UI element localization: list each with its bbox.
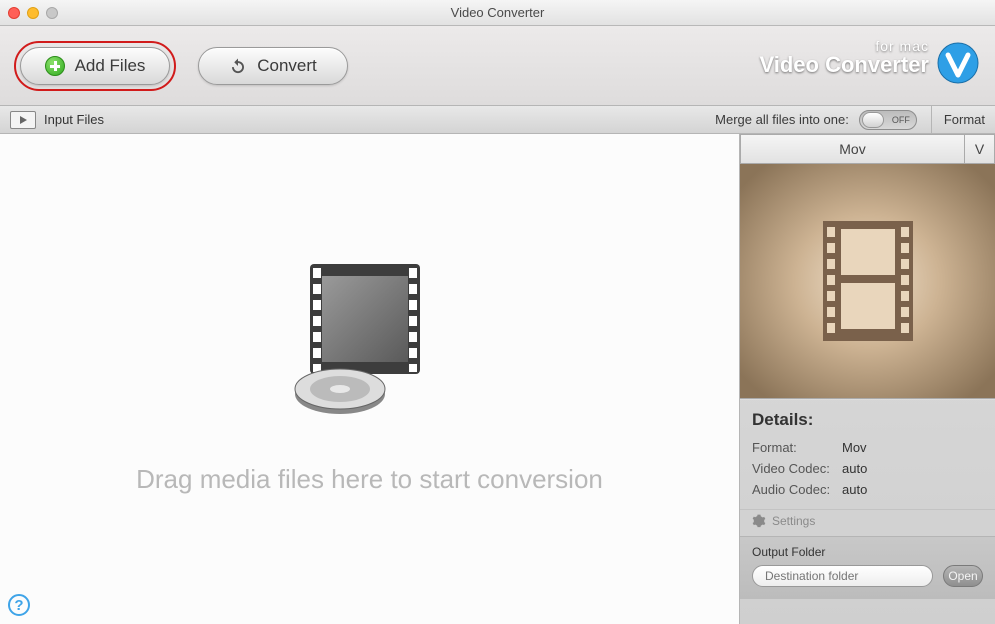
- convert-label: Convert: [257, 56, 317, 76]
- details-heading: Details:: [752, 410, 983, 430]
- output-folder-input[interactable]: [752, 565, 933, 587]
- format-key: Format:: [752, 440, 842, 455]
- brand-title: Video Converter: [759, 52, 929, 78]
- input-files-icon[interactable]: [10, 111, 36, 129]
- plus-icon: [45, 56, 65, 76]
- tab-mov[interactable]: Mov: [740, 134, 965, 164]
- brand-logo-icon: [937, 42, 979, 84]
- convert-button[interactable]: Convert: [198, 47, 348, 85]
- tab-mov-label: Mov: [839, 141, 865, 157]
- help-icon[interactable]: ?: [8, 594, 30, 616]
- maximize-window-button[interactable]: [46, 7, 58, 19]
- detail-row-audio-codec: Audio Codec: auto: [752, 482, 983, 497]
- minimize-window-button[interactable]: [27, 7, 39, 19]
- content: Drag media files here to start conversio…: [0, 134, 995, 624]
- tab-secondary[interactable]: V: [965, 134, 995, 164]
- format-tabs: Mov V: [740, 134, 995, 164]
- film-clapper-icon: [280, 254, 460, 424]
- detail-row-video-codec: Video Codec: auto: [752, 461, 983, 476]
- format-value: Mov: [842, 440, 867, 455]
- titlebar: Video Converter: [0, 0, 995, 26]
- details-section: Details: Format: Mov Video Codec: auto A…: [740, 399, 995, 509]
- merge-label: Merge all files into one:: [715, 112, 849, 127]
- audio-codec-value: auto: [842, 482, 867, 497]
- add-files-button[interactable]: Add Files: [20, 47, 170, 85]
- drop-zone[interactable]: Drag media files here to start conversio…: [0, 134, 740, 624]
- open-button-label: Open: [948, 569, 977, 583]
- tab-secondary-label: V: [975, 141, 984, 157]
- subbar: Input Files Merge all files into one: OF…: [0, 106, 995, 134]
- filmstrip-icon: [823, 221, 913, 341]
- add-files-label: Add Files: [75, 56, 146, 76]
- detail-row-format: Format: Mov: [752, 440, 983, 455]
- format-section-label: Format: [944, 112, 985, 127]
- toolbar: Add Files Convert for mac Video Converte…: [0, 26, 995, 106]
- video-codec-value: auto: [842, 461, 867, 476]
- output-section: Output Folder Open: [740, 537, 995, 599]
- open-folder-button[interactable]: Open: [943, 565, 983, 587]
- audio-codec-key: Audio Codec:: [752, 482, 842, 497]
- toggle-state-text: OFF: [892, 115, 910, 125]
- divider: [931, 106, 932, 133]
- settings-button[interactable]: Settings: [740, 509, 995, 537]
- window-title: Video Converter: [0, 5, 995, 20]
- brand: for mac Video Converter: [759, 38, 975, 78]
- drag-hint-text: Drag media files here to start conversio…: [0, 464, 739, 495]
- toggle-knob: [862, 112, 884, 128]
- merge-toggle[interactable]: OFF: [859, 110, 917, 130]
- input-files-label: Input Files: [44, 112, 104, 127]
- close-window-button[interactable]: [8, 7, 20, 19]
- play-icon: [18, 115, 28, 125]
- format-preview: [740, 164, 995, 399]
- gear-icon: [752, 514, 766, 528]
- video-codec-key: Video Codec:: [752, 461, 842, 476]
- output-folder-label: Output Folder: [752, 545, 983, 559]
- window-controls: [8, 7, 58, 19]
- format-panel: Mov V Details:: [740, 134, 995, 624]
- settings-label: Settings: [772, 514, 815, 528]
- refresh-icon: [229, 57, 247, 75]
